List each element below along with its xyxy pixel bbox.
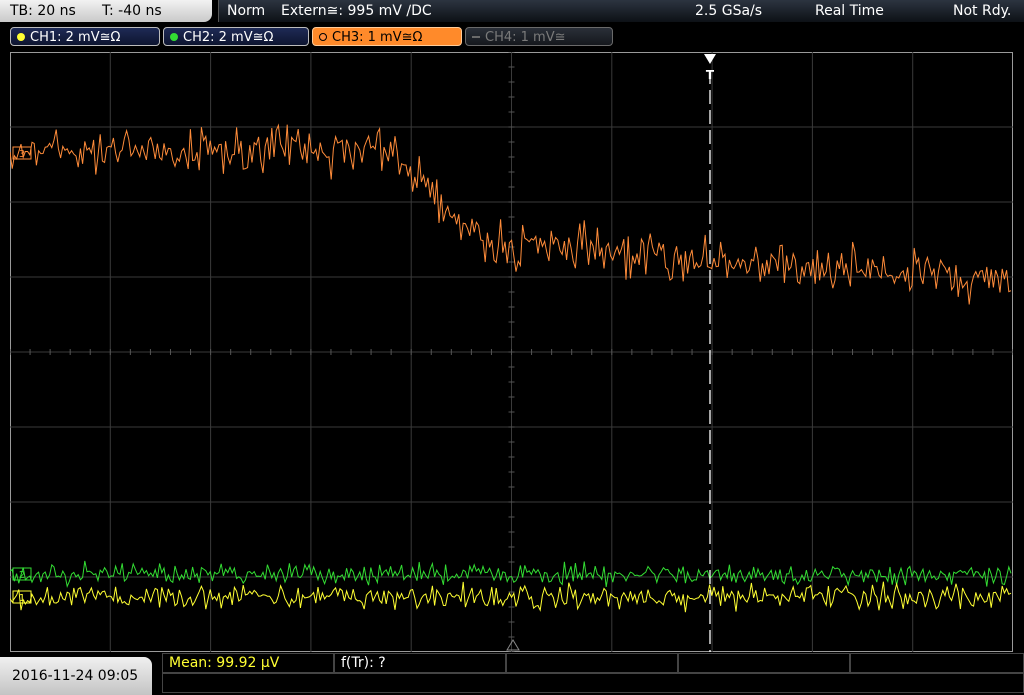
channel-3-label: CH3: 1 mV≅Ω [332, 30, 423, 45]
acquisition-mode: Norm [227, 3, 266, 19]
measurement-slot-3[interactable] [506, 653, 678, 673]
channel-3-tab[interactable]: CH3: 1 mV≅Ω [312, 27, 462, 46]
timebase-value: TB: 20 ns [10, 3, 76, 19]
channel-markers: 3 2 1 [12, 146, 32, 604]
date-time-panel[interactable]: 2016-11-24 09:05 [0, 657, 152, 695]
channel-1-color-icon [17, 33, 25, 41]
waveform-trace [10, 123, 1012, 305]
measurement-slot-6[interactable] [162, 673, 1024, 693]
channel-offset-label: 1 [19, 593, 25, 604]
trigger-arrow-icon [704, 54, 716, 64]
sample-rate: 2.5 GSa/s [695, 3, 763, 19]
channel-offset-label: 3 [19, 149, 25, 160]
channel-1-tab[interactable]: CH1: 2 mV≅Ω [10, 27, 160, 46]
channel-4-color-icon [472, 36, 480, 38]
channel-4-tab[interactable]: CH4: 1 mV≅ [465, 27, 613, 46]
channel-1-label: CH1: 2 mV≅Ω [30, 30, 121, 45]
trigger-marker[interactable]: T [704, 54, 716, 652]
sampling-mode: Real Time [815, 3, 884, 19]
measurement-bar: Mean: 99.92 µV f(Tr): ? [162, 653, 1024, 695]
channel-3-color-icon [319, 33, 327, 41]
trigger-state: Not Rdy. [953, 3, 1012, 19]
timebase-panel[interactable]: TB: 20 ns T: -40 ns [0, 0, 212, 22]
waveform-traces [10, 123, 1012, 613]
trigger-source: Extern≅: 995 mV ∕DC [281, 3, 432, 19]
waveform-canvas[interactable]: 3 2 1 T [10, 52, 1013, 652]
measurement-mean[interactable]: Mean: 99.92 µV [162, 653, 334, 673]
graticule [10, 52, 1013, 652]
channel-4-label: CH4: 1 mV≅ [485, 30, 566, 45]
waveform-trace [10, 560, 1012, 588]
measurement-slot-5[interactable] [850, 653, 1024, 673]
channel-2-color-icon [170, 33, 178, 41]
channel-2-tab[interactable]: CH2: 2 mV≅Ω [163, 27, 309, 46]
trigger-time-value: T: -40 ns [102, 3, 162, 19]
trigger-position-icon [506, 639, 520, 651]
status-bar: TB: 20 ns T: -40 ns Norm Extern≅: 995 mV… [0, 0, 1024, 24]
measurement-slot-4[interactable] [678, 653, 850, 673]
waveform-trace [10, 581, 1012, 613]
date-time: 2016-11-24 09:05 [12, 668, 139, 684]
trigger-label: T [706, 68, 715, 82]
channel-2-label: CH2: 2 mV≅Ω [183, 30, 274, 45]
channel-offset-label: 2 [19, 570, 25, 581]
trigger-status-panel[interactable]: Norm Extern≅: 995 mV ∕DC 2.5 GSa/s Real … [218, 0, 1024, 22]
measurement-freq[interactable]: f(Tr): ? [334, 653, 506, 673]
